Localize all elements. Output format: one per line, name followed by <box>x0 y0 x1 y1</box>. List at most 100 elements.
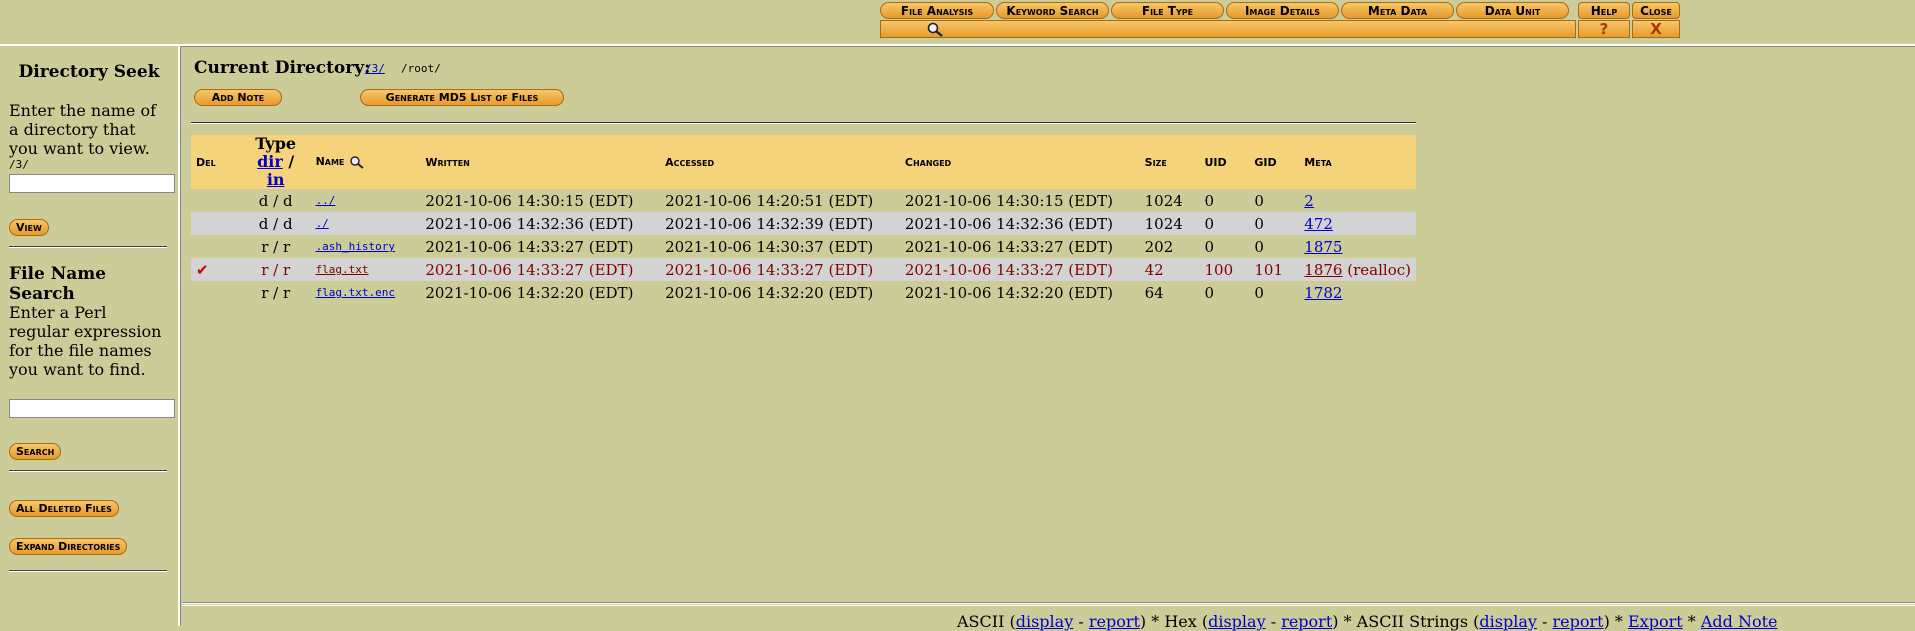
changed-time: 2021-10-06 14:33:27 (EDT) <box>899 258 1140 281</box>
file-type: r / r <box>261 237 291 256</box>
accessed-time: 2021-10-06 14:32:20 (EDT) <box>665 283 874 302</box>
table-row[interactable]: r / r .ash_history 2021-10-06 14:33:27 (… <box>191 235 1416 258</box>
sidebar: Directory Seek Enter the name of a direc… <box>0 46 180 626</box>
file-name-link[interactable]: flag.txt <box>316 263 369 276</box>
file-name-link[interactable]: ./ <box>316 217 329 230</box>
table-header: Del Type dir / in Name Written Accessed … <box>191 135 1416 189</box>
help-button[interactable]: ? <box>1578 20 1630 38</box>
accessed-time: 2021-10-06 14:32:39 (EDT) <box>660 212 900 235</box>
file-type: d / d <box>258 191 293 210</box>
accessed-time: 2021-10-06 14:20:51 (EDT) <box>665 191 874 210</box>
file-name-search-desc: Enter a Perl regular expression for the … <box>9 303 162 379</box>
written-time: 2021-10-06 14:32:36 (EDT) <box>420 212 661 235</box>
meta-extra: (realloc) <box>1347 260 1411 279</box>
header-accessed: Accessed <box>660 135 900 189</box>
tab-keyword-search[interactable]: Keyword Search <box>996 2 1109 19</box>
expand-directories-button[interactable]: Expand Directories <box>9 538 128 555</box>
strings-report-link[interactable]: report <box>1553 612 1604 631</box>
accessed-time: 2021-10-06 14:30:37 (EDT) <box>665 237 874 256</box>
written-time: 2021-10-06 14:33:27 (EDT) <box>420 258 661 281</box>
header-changed: Changed <box>899 135 1140 189</box>
strings-label: ) * ASCII Strings ( <box>1332 612 1480 631</box>
generate-md5-button[interactable]: Generate MD5 List of Files <box>360 89 564 106</box>
meta-link[interactable]: 1875 <box>1304 238 1342 256</box>
tab-bar: File Analysis Keyword Search File Type I… <box>880 2 1680 38</box>
divider <box>191 122 1416 124</box>
tab-help[interactable]: Help <box>1578 2 1630 19</box>
gid: 101 <box>1249 258 1300 281</box>
table-row[interactable]: d / d ./ 2021-10-06 14:32:36 (EDT) 2021-… <box>191 212 1416 235</box>
add-note-button[interactable]: Add Note <box>194 89 282 106</box>
sort-in-link[interactable]: in <box>267 170 285 189</box>
gid: 0 <box>1249 212 1300 235</box>
tab-meta-data[interactable]: Meta Data <box>1341 2 1454 19</box>
directory-seek-desc: Enter the name of a directory that you w… <box>9 101 157 158</box>
table-row[interactable]: d / d ../ 2021-10-06 14:30:15 (EDT) 2021… <box>191 189 1416 212</box>
header-type: Type dir / in <box>240 135 311 189</box>
file-name-link[interactable]: flag.txt.enc <box>316 286 395 299</box>
file-type: r / r <box>240 258 311 281</box>
directory-input[interactable] <box>9 174 175 193</box>
header-meta: Meta <box>1299 135 1416 189</box>
file-name-input[interactable] <box>9 399 175 418</box>
export-link[interactable]: Export <box>1628 612 1683 631</box>
header-name[interactable]: Name <box>310 135 421 189</box>
del-flag <box>191 281 241 304</box>
tab-image-details[interactable]: Image Details <box>1226 2 1339 19</box>
gid: 0 <box>1254 191 1264 210</box>
divider <box>9 246 167 248</box>
accessed-time: 2021-10-06 14:33:27 (EDT) <box>660 258 900 281</box>
strings-display-link[interactable]: display <box>1479 612 1537 631</box>
ascii-report-link[interactable]: report <box>1089 612 1140 631</box>
tab-data-unit[interactable]: Data Unit <box>1456 2 1569 19</box>
header-del: Del <box>191 135 241 189</box>
del-flag <box>191 212 241 235</box>
meta-link[interactable]: 1782 <box>1304 284 1342 302</box>
written-time: 2021-10-06 14:33:27 (EDT) <box>425 237 634 256</box>
separator: - <box>1536 612 1553 631</box>
tab-close[interactable]: Close <box>1632 2 1680 19</box>
hex-report-link[interactable]: report <box>1281 612 1332 631</box>
current-directory-path: /root/ <box>401 62 441 75</box>
written-time: 2021-10-06 14:32:20 (EDT) <box>425 283 634 302</box>
table-row[interactable]: r / r flag.txt.enc 2021-10-06 14:32:20 (… <box>191 281 1416 304</box>
meta-link[interactable]: 1876 <box>1304 261 1342 279</box>
current-directory-link[interactable]: /3/ <box>365 62 385 75</box>
uid: 100 <box>1199 258 1250 281</box>
separator: - <box>1265 612 1282 631</box>
directory-path: /3/ <box>9 158 29 171</box>
divider <box>9 570 167 572</box>
file-name-link[interactable]: ../ <box>316 194 336 207</box>
uid: 0 <box>1199 212 1250 235</box>
gid: 0 <box>1254 237 1264 256</box>
del-flag <box>191 235 241 258</box>
file-name-link[interactable]: .ash_history <box>316 240 395 253</box>
header-size: Size <box>1139 135 1200 189</box>
view-button[interactable]: View <box>9 219 49 236</box>
meta-link[interactable]: 2 <box>1304 192 1314 210</box>
file-size: 42 <box>1139 258 1200 281</box>
tab-file-analysis[interactable]: File Analysis <box>880 2 994 19</box>
meta-link[interactable]: 472 <box>1304 215 1333 233</box>
hex-display-link[interactable]: display <box>1208 612 1266 631</box>
changed-time: 2021-10-06 14:32:20 (EDT) <box>904 283 1113 302</box>
file-name-search-title: File Name Search <box>9 264 107 304</box>
magnifier-bar[interactable] <box>880 20 1576 38</box>
sort-dir-link[interactable]: dir <box>257 152 283 171</box>
hex-label: ) * Hex ( <box>1139 612 1209 631</box>
search-button[interactable]: Search <box>9 443 62 460</box>
changed-time: 2021-10-06 14:30:15 (EDT) <box>904 191 1113 210</box>
add-note-link[interactable]: Add Note <box>1701 612 1778 631</box>
file-type: r / r <box>261 283 291 302</box>
tab-file-type[interactable]: File Type <box>1111 2 1224 19</box>
content-view-bar: ASCII (display - report) * Hex (display … <box>182 603 1915 631</box>
header-uid: UID <box>1199 135 1250 189</box>
file-size: 64 <box>1144 283 1164 302</box>
written-time: 2021-10-06 14:30:15 (EDT) <box>425 191 634 210</box>
close-button[interactable]: X <box>1632 20 1680 38</box>
all-deleted-files-button[interactable]: All Deleted Files <box>9 500 119 517</box>
ascii-display-link[interactable]: display <box>1016 612 1074 631</box>
separator: * <box>1682 612 1701 631</box>
changed-time: 2021-10-06 14:33:27 (EDT) <box>904 237 1113 256</box>
table-row[interactable]: ✔ r / r flag.txt 2021-10-06 14:33:27 (ED… <box>191 258 1416 281</box>
